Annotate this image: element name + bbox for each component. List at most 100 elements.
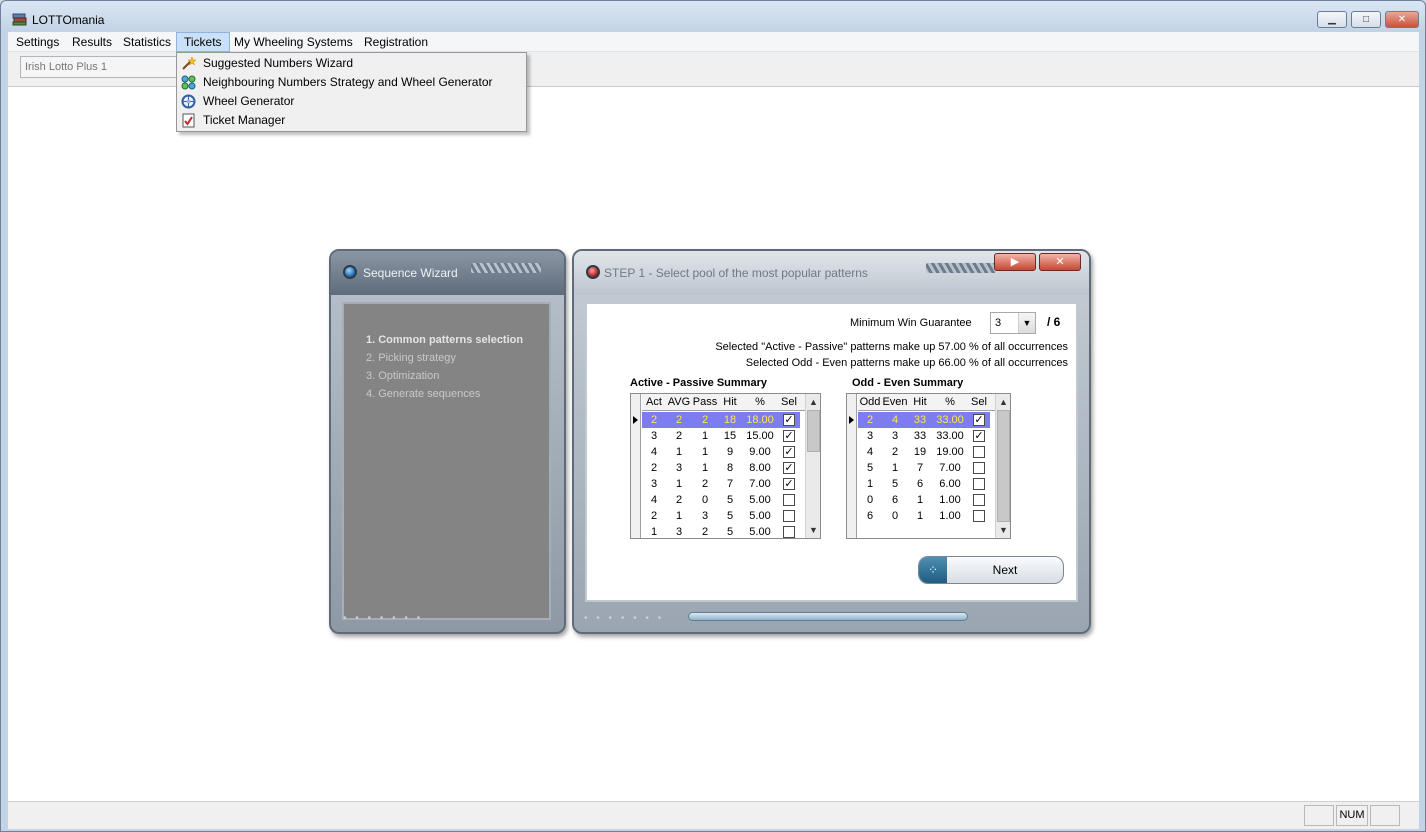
table-row[interactable]: 4 1 1 9 9.00 ✓ — [642, 444, 800, 460]
cell-hit: 7 — [726, 478, 734, 490]
table-row[interactable]: 0 6 1 1.00 — [858, 492, 990, 508]
scroll-thumb[interactable] — [807, 410, 820, 452]
odd-even-grid[interactable]: Odd Even Hit % Sel ▲ ▼ 2 4 33 33.00 ✓ 3 3 33 33.… — [846, 393, 1011, 539]
select-checkbox[interactable] — [783, 526, 795, 538]
cell-hit: 33 — [913, 414, 927, 426]
select-checkbox[interactable] — [973, 446, 985, 458]
current-row-arrow-icon — [849, 416, 854, 424]
menu-tickets[interactable]: Tickets — [176, 32, 230, 52]
cell-pct: 1.00 — [939, 494, 961, 506]
cell-avg: 2 — [675, 430, 683, 442]
active-passive-title: Active - Passive Summary — [630, 377, 767, 389]
table-row[interactable]: 3 3 33 33.00 ✓ — [858, 428, 990, 444]
menu-results[interactable]: Results — [65, 32, 119, 52]
col-sel[interactable]: Sel — [778, 394, 800, 410]
cell-even: 4 — [891, 414, 899, 426]
col-pct[interactable]: % — [742, 394, 778, 410]
panel-next-button[interactable]: ▶ — [994, 253, 1036, 271]
col-avg[interactable]: AVG — [666, 394, 692, 410]
close-button[interactable]: ✕ — [1385, 11, 1419, 28]
scroll-down-icon[interactable]: ▼ — [806, 523, 820, 537]
menu-registration[interactable]: Registration — [357, 32, 435, 52]
cell-act: 1 — [650, 526, 658, 538]
maximize-button[interactable]: □ — [1351, 11, 1381, 28]
table-row[interactable]: 5 1 7 7.00 — [858, 460, 990, 476]
menu-my-wheeling-systems[interactable]: My Wheeling Systems — [227, 32, 360, 52]
select-checkbox[interactable]: ✓ — [783, 478, 795, 490]
select-checkbox[interactable] — [973, 494, 985, 506]
select-checkbox[interactable] — [783, 510, 795, 522]
table-row[interactable]: 2 2 2 18 18.00 ✓ — [633, 412, 800, 428]
wizard-steps-list: 1. Common patterns selection 2. Picking … — [342, 302, 551, 620]
col-act[interactable]: Act — [642, 394, 666, 410]
scroll-up-icon[interactable]: ▲ — [996, 395, 1010, 409]
menu-settings[interactable]: Settings — [9, 32, 66, 52]
select-checkbox[interactable]: ✓ — [783, 430, 795, 442]
table-row[interactable]: 1 3 2 5 5.00 — [642, 524, 800, 538]
scroll-thumb[interactable] — [997, 410, 1010, 522]
select-checkbox[interactable] — [973, 510, 985, 522]
col-pass[interactable]: Pass — [692, 394, 718, 410]
vertical-scrollbar[interactable]: ▲ ▼ — [805, 394, 820, 538]
cell-odd: 2 — [866, 414, 874, 426]
table-row[interactable]: 4 2 19 19.00 — [858, 444, 990, 460]
next-button-label: Next — [992, 563, 1018, 577]
cell-pct: 6.00 — [939, 478, 961, 490]
menu-item-suggested-numbers-wizard[interactable]: Suggested Numbers Wizard — [177, 54, 526, 73]
table-row[interactable]: 3 1 2 7 7.00 ✓ — [642, 476, 800, 492]
select-checkbox[interactable] — [973, 462, 985, 474]
cell-hit: 5 — [726, 494, 734, 506]
select-checkbox[interactable]: ✓ — [973, 430, 985, 442]
scroll-up-icon[interactable]: ▲ — [806, 395, 820, 409]
min-win-value: 3 — [995, 317, 1002, 329]
vertical-scrollbar[interactable]: ▲ ▼ — [995, 394, 1010, 538]
table-row[interactable]: 4 2 0 5 5.00 — [642, 492, 800, 508]
current-row-arrow-icon — [633, 416, 638, 424]
cell-act: 2 — [650, 462, 658, 474]
select-checkbox[interactable] — [973, 478, 985, 490]
table-row[interactable]: 6 0 1 1.00 — [858, 508, 990, 524]
col-hit[interactable]: Hit — [908, 394, 932, 410]
table-row[interactable]: 2 3 1 8 8.00 ✓ — [642, 460, 800, 476]
next-button[interactable]: ⁘ Next — [918, 556, 1064, 584]
cell-odd: 4 — [866, 446, 874, 458]
wizard-step-1: 1. Common patterns selection — [366, 334, 524, 346]
title-bar[interactable]: LOTTOmania ▁ □ ✕ — [1, 1, 1425, 32]
menu-item-wheel-generator[interactable]: Wheel Generator — [177, 92, 526, 111]
select-checkbox[interactable]: ✓ — [783, 446, 795, 458]
menu-statistics[interactable]: Statistics — [116, 32, 178, 52]
col-pct[interactable]: % — [932, 394, 968, 410]
active-passive-grid[interactable]: Act AVG Pass Hit % Sel ▲ ▼ 2 2 2 18 18.00 ✓ 3 2… — [630, 393, 821, 539]
col-odd[interactable]: Odd — [858, 394, 882, 410]
decorative-stripes — [471, 263, 541, 273]
status-cell-blank — [1370, 805, 1400, 826]
scroll-down-icon[interactable]: ▼ — [996, 523, 1010, 537]
cell-hit: 5 — [726, 526, 734, 538]
table-row[interactable]: 2 4 33 33.00 ✓ — [849, 412, 990, 428]
col-even[interactable]: Even — [882, 394, 908, 410]
select-checkbox[interactable]: ✓ — [783, 462, 795, 474]
neighbour-balls-icon — [181, 75, 196, 90]
table-row[interactable]: 1 5 6 6.00 — [858, 476, 990, 492]
decorative-stripes — [926, 263, 996, 273]
wizard-step-2: 2. Picking strategy — [366, 352, 456, 364]
cell-act: 3 — [650, 478, 658, 490]
col-sel[interactable]: Sel — [968, 394, 990, 410]
cell-pass: 3 — [701, 510, 709, 522]
menu-item-neighbouring-numbers[interactable]: Neighbouring Numbers Strategy and Wheel … — [177, 73, 526, 92]
select-checkbox[interactable] — [783, 494, 795, 506]
col-hit[interactable]: Hit — [718, 394, 742, 410]
lottery-select[interactable]: Irish Lotto Plus 1 — [20, 56, 180, 78]
menu-item-ticket-manager[interactable]: Ticket Manager — [177, 111, 526, 130]
min-win-select[interactable]: 3 ▼ — [990, 312, 1036, 334]
panel-close-button[interactable]: ✕ — [1039, 253, 1081, 271]
window-title: LOTTOmania — [32, 13, 105, 27]
table-row[interactable]: 3 2 1 15 15.00 ✓ — [642, 428, 800, 444]
sequence-wizard-header: Sequence Wizard — [331, 251, 564, 295]
minimize-button[interactable]: ▁ — [1317, 11, 1347, 28]
cell-pct: 33.00 — [936, 430, 964, 442]
select-checkbox[interactable]: ✓ — [783, 414, 795, 426]
table-row[interactable]: 2 1 3 5 5.00 — [642, 508, 800, 524]
cell-even: 5 — [891, 478, 899, 490]
select-checkbox[interactable]: ✓ — [973, 414, 985, 426]
